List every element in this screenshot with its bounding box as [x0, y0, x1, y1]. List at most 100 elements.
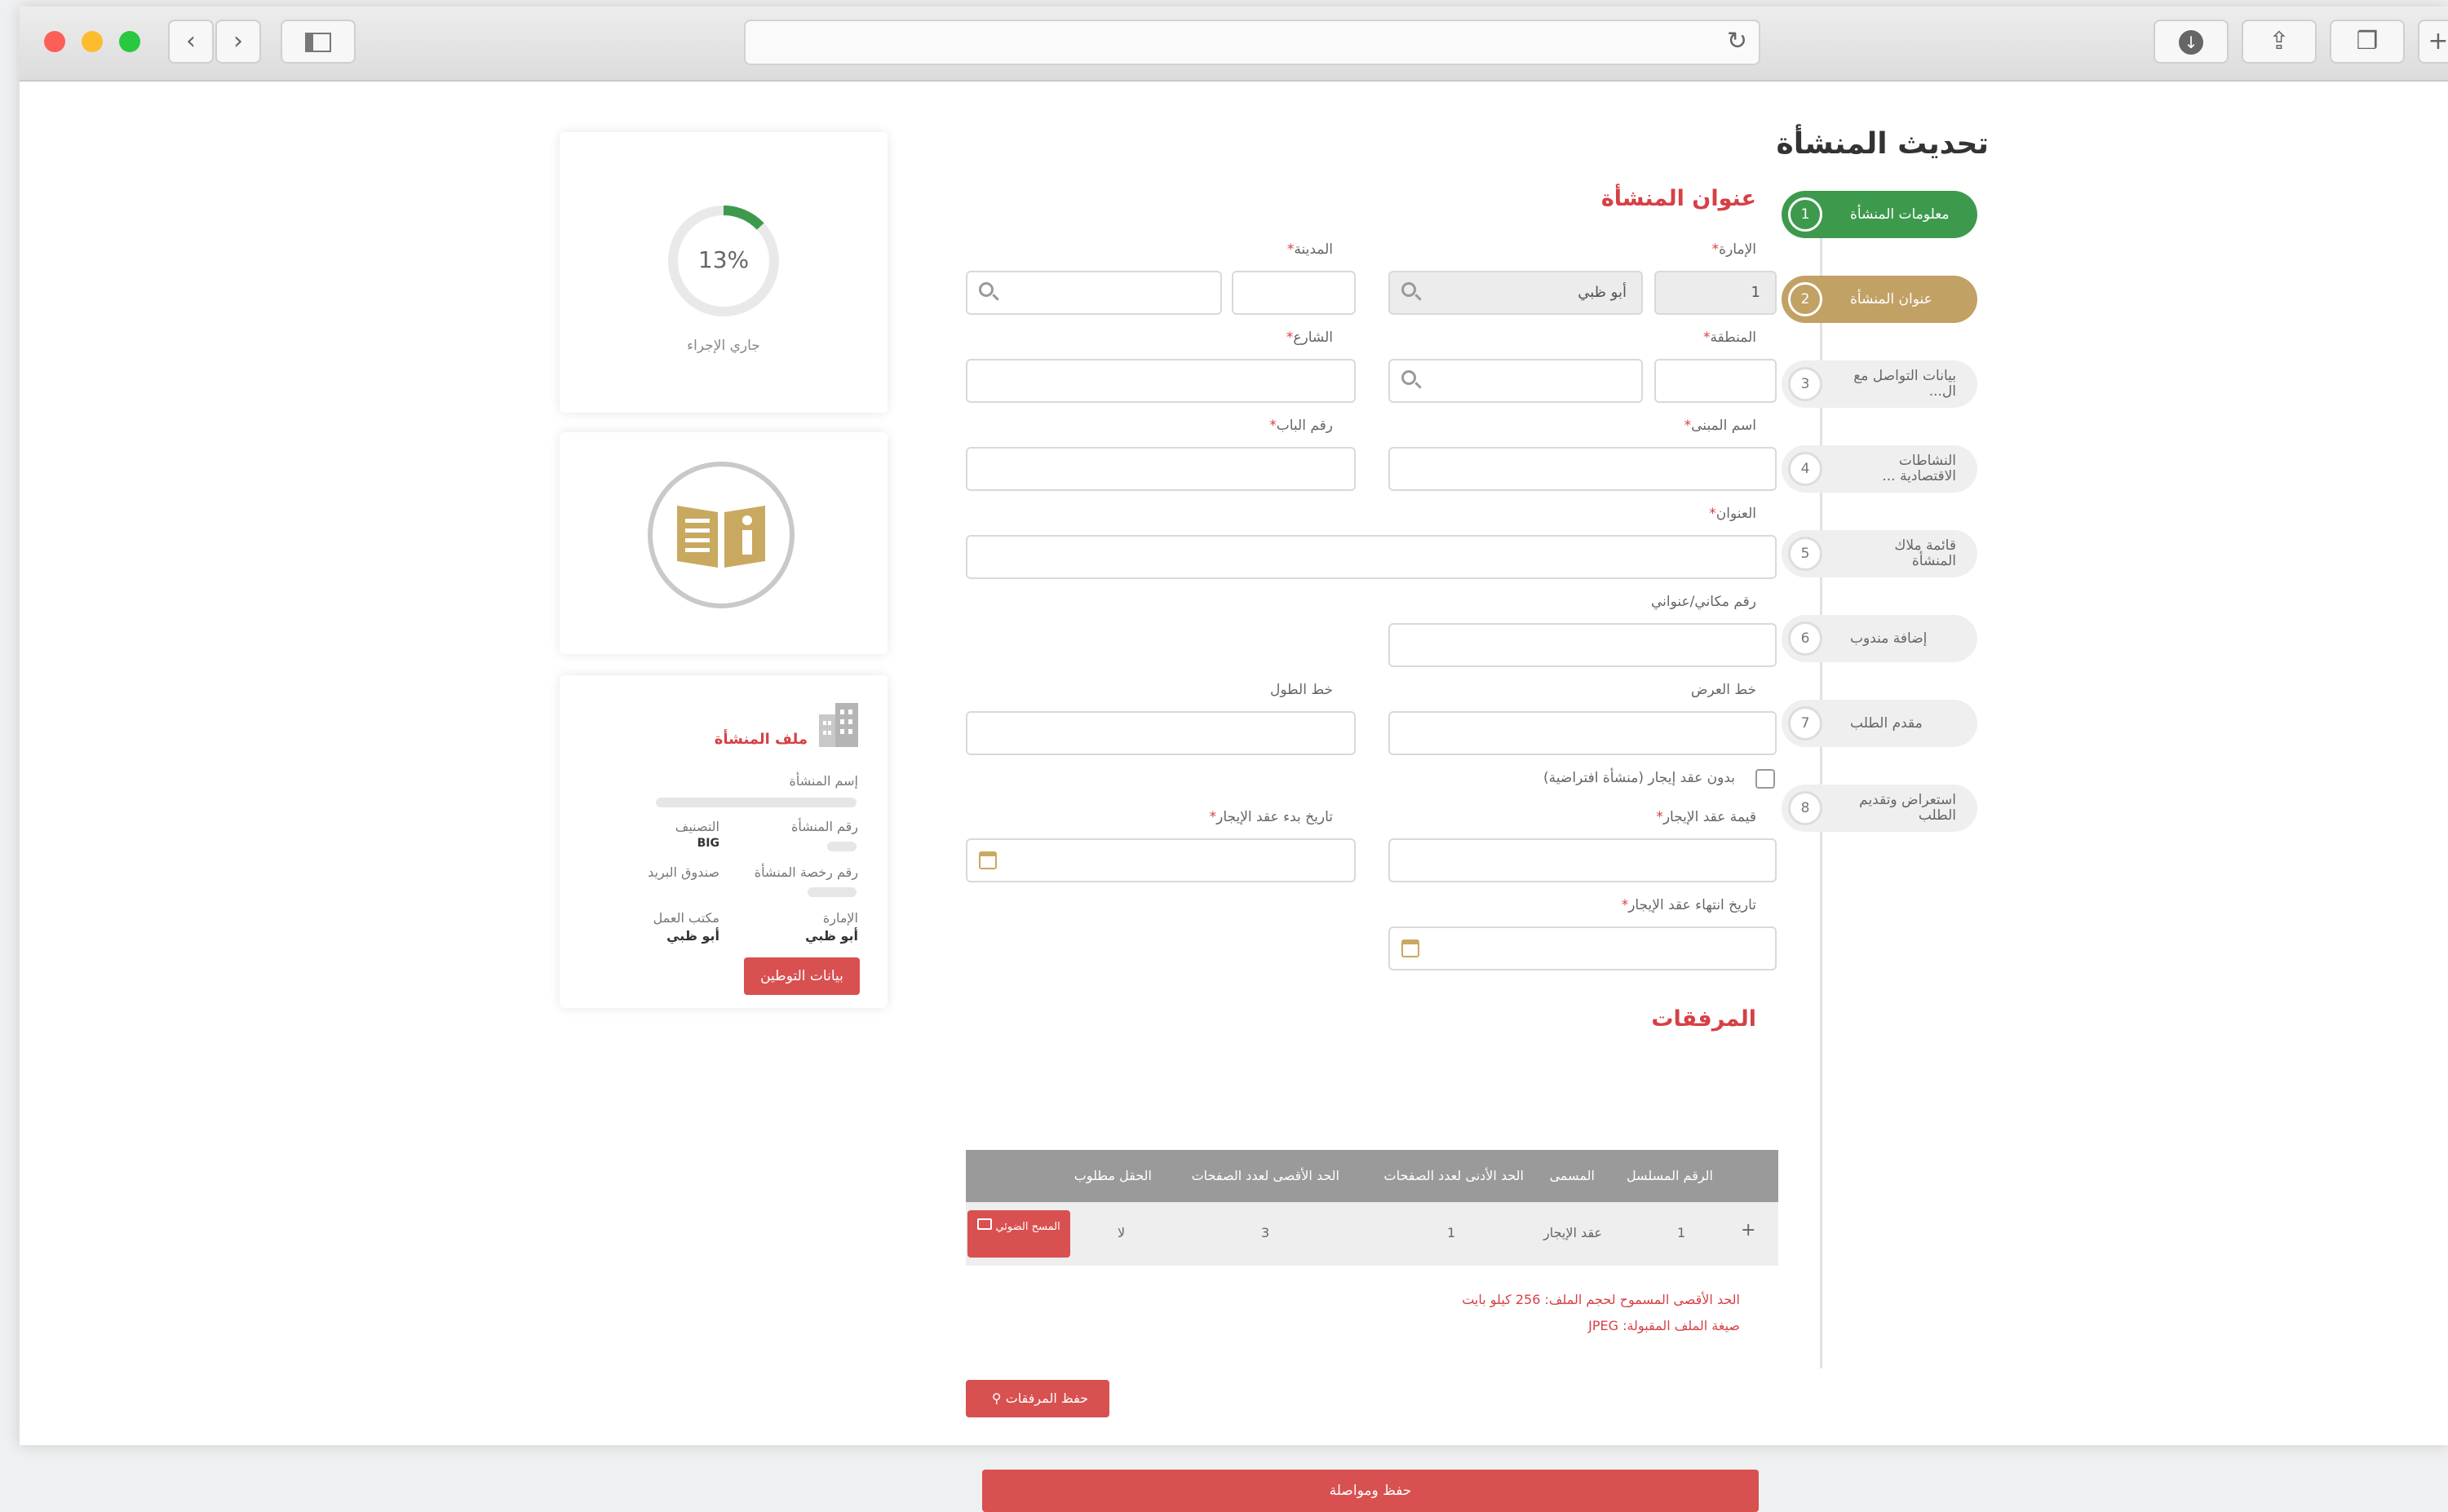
step-1[interactable]: 1 معلومات المنشأة — [1782, 191, 1977, 238]
latitude-label: خط العرض — [1690, 682, 1756, 698]
emirate-value: أبو ظبي — [1578, 284, 1627, 301]
attachments-title: المرفقات — [1651, 1006, 1756, 1032]
save-attachments-label: حفظ المرفقات — [1005, 1390, 1089, 1406]
search-icon[interactable] — [979, 282, 994, 297]
step-label: قائمة ملاك المنشأة — [1894, 537, 1956, 569]
min-pages-cell: 1 — [1447, 1225, 1456, 1240]
share-icon: ⇪ — [2269, 27, 2290, 55]
browser-window: ‹ › ↻ ↓ ⇪ ❐ + تحديث المنشأة 1 معلومات الم… — [20, 7, 2448, 1512]
step-number: 2 — [1788, 282, 1822, 316]
tabs-button[interactable]: ❐ — [2330, 20, 2405, 64]
profile-title: ملف المنشأة — [714, 731, 808, 748]
step-5[interactable]: 5 قائمة ملاك المنشأة — [1782, 530, 1977, 577]
step-number: 5 — [1788, 537, 1822, 571]
redacted-value — [656, 798, 857, 807]
section-title: عنوان المنشأة — [1600, 186, 1756, 211]
chevron-left-icon: ‹ — [186, 27, 196, 55]
guide-card[interactable] — [560, 432, 888, 654]
calendar-icon[interactable] — [979, 851, 997, 869]
close-window-button[interactable] — [44, 31, 65, 52]
column-header: المسمى — [1549, 1168, 1595, 1183]
chevron-right-icon: › — [233, 27, 243, 55]
zoom-window-button[interactable] — [119, 31, 140, 52]
area-code-field[interactable] — [1654, 359, 1777, 403]
table-row: + 1 عقد الإيجار 1 3 لا المسح الضوئي — [966, 1202, 1778, 1266]
building-label: اسم المبنى* — [1684, 418, 1756, 434]
progress-percent: 13% — [697, 246, 750, 273]
street-field[interactable] — [966, 359, 1356, 403]
no-lease-label: بدون عقد إيجار (منشأة افتراضية) — [1543, 770, 1735, 786]
add-attachment-icon[interactable]: + — [1741, 1220, 1755, 1240]
save-continue-button[interactable]: حفظ ومواصلة — [982, 1470, 1759, 1512]
city-select-field[interactable] — [966, 271, 1222, 315]
po-box-label: صندوق البريد — [648, 864, 719, 880]
lease-start-date-field[interactable] — [966, 838, 1356, 882]
name-cell: عقد الإيجار — [1543, 1225, 1603, 1240]
step-label: معلومات المنشأة — [1850, 206, 1950, 223]
step-label: استعراض وتقديم الطلب — [1859, 792, 1956, 824]
step-label: مقدم الطلب — [1850, 714, 1923, 732]
plus-icon: + — [2428, 27, 2448, 55]
address-label: العنوان* — [1709, 506, 1756, 522]
city-code-field[interactable] — [1232, 271, 1356, 315]
emirate-select-field[interactable]: أبو ظبي — [1388, 271, 1643, 315]
minimize-window-button[interactable] — [82, 31, 103, 52]
sidebar-toggle-button[interactable] — [281, 20, 356, 64]
lease-end-date-field[interactable] — [1388, 926, 1777, 970]
address-field[interactable] — [966, 535, 1777, 579]
labour-office-value: أبو ظبي — [666, 928, 719, 944]
lease-start-label: تاريخ بدء عقد الإيجار* — [1209, 809, 1333, 825]
back-button[interactable]: ‹ — [168, 20, 214, 64]
share-button[interactable]: ⇪ — [2242, 20, 2317, 64]
step-4[interactable]: 4 النشاطات الاقتصادية ... — [1782, 445, 1977, 493]
max-pages-cell: 3 — [1261, 1225, 1270, 1240]
forward-button[interactable]: › — [215, 20, 261, 64]
facility-name-label: إسم المنشأة — [789, 773, 858, 789]
serial-cell: 1 — [1677, 1225, 1686, 1240]
building-name-field[interactable] — [1388, 447, 1777, 491]
scan-button[interactable]: المسح الضوئي — [967, 1210, 1070, 1258]
emirate-code-field[interactable]: 1 — [1654, 271, 1777, 315]
facility-profile-card: ملف المنشأة إسم المنشأة رقم المنشأة التص… — [560, 675, 888, 1008]
browser-toolbar: ‹ › ↻ ↓ ⇪ ❐ + — [20, 7, 2448, 82]
new-tab-button[interactable]: + — [2418, 20, 2448, 64]
column-header: الحد الأقصى لعدد الصفحات — [1191, 1168, 1339, 1183]
step-label: بيانات التواصل مع ال... — [1853, 368, 1956, 400]
column-header: الرقم المسلسل — [1626, 1168, 1713, 1183]
makani-label: رقم مكاني/عنواني — [1650, 594, 1756, 610]
step-number: 8 — [1788, 791, 1822, 825]
emiratisation-data-button[interactable]: بيانات التوطين — [744, 957, 860, 995]
page-title: تحديث المنشأة — [1776, 127, 1989, 161]
downloads-button[interactable]: ↓ — [2154, 20, 2229, 64]
no-lease-checkbox[interactable] — [1755, 769, 1775, 789]
step-7[interactable]: 7 مقدم الطلب — [1782, 700, 1977, 747]
search-icon[interactable] — [1401, 282, 1416, 297]
emirate-label: الإمارة* — [1711, 241, 1756, 258]
save-attachments-button[interactable]: ⚲ حفظ المرفقات — [966, 1380, 1109, 1417]
printer-icon — [977, 1218, 993, 1230]
street-label: الشارع* — [1286, 329, 1333, 346]
profile-emirate-label: الإمارة — [822, 910, 858, 926]
step-6[interactable]: 6 إضافة مندوب — [1782, 615, 1977, 662]
longitude-field[interactable] — [966, 711, 1356, 755]
page-content: تحديث المنشأة 1 معلومات المنشأة 2 عنوان الم… — [20, 82, 2448, 1512]
step-2[interactable]: 2 عنوان المنشأة — [1782, 276, 1977, 323]
area-select-field[interactable] — [1388, 359, 1643, 403]
makani-field[interactable] — [1388, 623, 1777, 667]
calendar-icon[interactable] — [1401, 939, 1419, 957]
lease-value-field[interactable] — [1388, 838, 1777, 882]
address-bar[interactable]: ↻ — [744, 20, 1760, 65]
max-size-note: الحد الأقصى المسموح لحجم الملف: 256 كيلو… — [1462, 1292, 1740, 1307]
city-label: المدينة* — [1286, 241, 1333, 258]
step-number: 1 — [1788, 197, 1822, 232]
progress-status: جاري الإجراء — [687, 338, 760, 354]
step-3[interactable]: 3 بيانات التواصل مع ال... — [1782, 360, 1977, 408]
search-icon[interactable] — [1401, 370, 1416, 385]
step-number: 4 — [1788, 452, 1822, 486]
step-8[interactable]: 8 استعراض وتقديم الطلب — [1782, 785, 1977, 832]
reload-icon[interactable]: ↻ — [1727, 29, 1747, 54]
scan-button-label: المسح الضوئي — [995, 1221, 1060, 1233]
latitude-field[interactable] — [1388, 711, 1777, 755]
door-number-field[interactable] — [966, 447, 1356, 491]
column-header: الحقل مطلوب — [1073, 1168, 1152, 1183]
